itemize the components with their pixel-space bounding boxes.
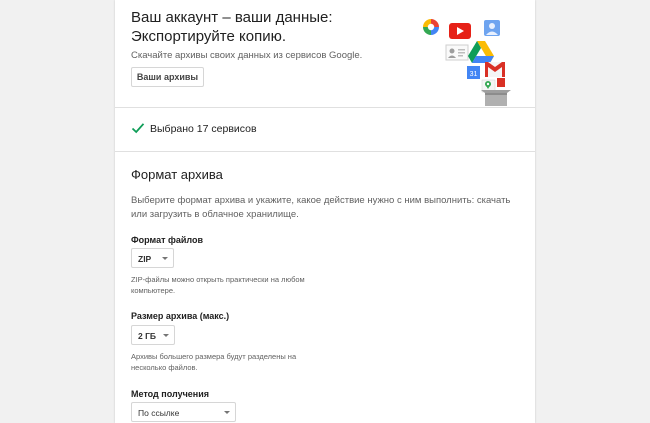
photos-icon <box>423 19 439 35</box>
chevron-down-icon <box>224 411 230 414</box>
file-type-value: ZIP <box>138 254 152 264</box>
google-services-collage: 31 <box>423 19 511 106</box>
contacts-icon <box>445 44 469 61</box>
your-archives-button[interactable]: Ваши архивы <box>131 67 204 87</box>
header-section: Ваш аккаунт – ваши данные: Экспортируйте… <box>115 0 535 108</box>
header-subtitle: Скачайте архивы своих данных из сервисов… <box>131 50 363 61</box>
file-type-select[interactable]: ZIP <box>131 248 174 268</box>
youtube-icon <box>449 23 471 39</box>
delivery-method-label: Метод получения <box>131 389 210 399</box>
gmail-icon <box>485 62 505 77</box>
chevron-down-icon <box>163 334 169 337</box>
delivery-method-value: По ссылке <box>138 408 180 418</box>
file-type-label: Формат файлов <box>131 235 204 245</box>
check-icon <box>131 123 145 134</box>
archive-size-label: Размер архива (макс.) <box>131 311 230 321</box>
archive-size-help: Архивы большего размера будут разделены … <box>131 352 297 372</box>
box-icon <box>481 90 511 106</box>
file-type-help: ZIP-файлы можно открыть практически на л… <box>131 275 305 295</box>
takeout-card: Ваш аккаунт – ваши данные: Экспортируйте… <box>115 0 535 423</box>
page-title: Ваш аккаунт – ваши данные: Экспортируйте… <box>131 9 333 45</box>
delivery-method-select[interactable]: По ссылке <box>131 402 236 422</box>
chevron-down-icon <box>162 257 168 260</box>
archive-size-select[interactable]: 2 ГБ <box>131 325 175 345</box>
file-icon <box>497 78 505 87</box>
selected-services-count: Выбрано 17 сервисов <box>150 123 257 135</box>
svg-text:31: 31 <box>470 71 478 78</box>
profile-icon <box>484 20 500 36</box>
archive-size-value: 2 ГБ <box>138 331 157 341</box>
drive-icon <box>468 41 494 63</box>
archive-format-description: Выберите формат архива и укажите, какое … <box>131 195 511 220</box>
archive-format-title: Формат архива <box>131 167 223 182</box>
selected-services-section[interactable]: Выбрано 17 сервисов <box>115 107 535 152</box>
calendar-icon: 31 <box>467 66 480 79</box>
